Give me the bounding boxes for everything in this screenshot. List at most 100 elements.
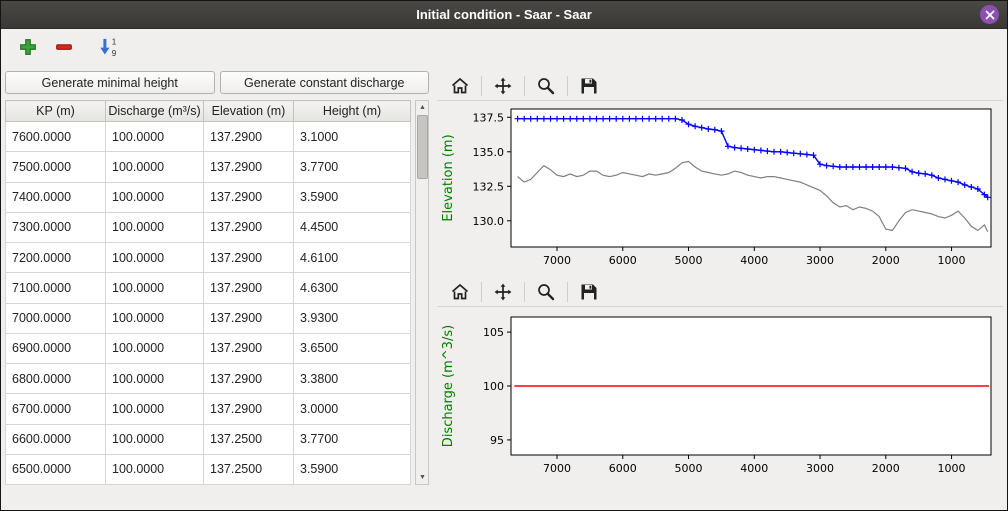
table-cell[interactable]: 137.2900 bbox=[204, 333, 294, 363]
table-cell[interactable]: 137.2500 bbox=[204, 424, 294, 454]
table-scrollbar[interactable]: ▲ ▼ bbox=[415, 100, 429, 485]
svg-text:5000: 5000 bbox=[675, 462, 703, 475]
table-cell[interactable]: 7500.0000 bbox=[6, 152, 106, 182]
table-cell[interactable]: 100.0000 bbox=[106, 182, 204, 212]
table-cell[interactable]: 7400.0000 bbox=[6, 182, 106, 212]
table-cell[interactable]: 7100.0000 bbox=[6, 273, 106, 303]
table-cell[interactable]: 137.2900 bbox=[204, 364, 294, 394]
table-row: 6900.0000100.0000137.29003.6500 bbox=[6, 333, 411, 363]
zoom-button[interactable] bbox=[531, 279, 561, 305]
scrollbar-thumb[interactable] bbox=[417, 115, 428, 179]
elevation-chart[interactable]: 7000600050004000300020001000130.0132.513… bbox=[437, 101, 1003, 273]
table-cell[interactable]: 137.2900 bbox=[204, 152, 294, 182]
generate-buttons-row: Generate minimal height Generate constan… bbox=[5, 71, 429, 94]
table-cell[interactable]: 137.2900 bbox=[204, 122, 294, 152]
table-cell[interactable]: 6500.0000 bbox=[6, 454, 106, 484]
table-cell[interactable]: 100.0000 bbox=[106, 303, 204, 333]
svg-text:6000: 6000 bbox=[609, 254, 637, 267]
table-cell[interactable]: 100.0000 bbox=[106, 424, 204, 454]
table-cell[interactable]: 3.7700 bbox=[294, 424, 411, 454]
table-cell[interactable]: 6900.0000 bbox=[6, 333, 106, 363]
table-cell[interactable]: 3.3800 bbox=[294, 364, 411, 394]
table-cell[interactable]: 137.2900 bbox=[204, 243, 294, 273]
table-cell[interactable]: 3.5900 bbox=[294, 454, 411, 484]
table-cell[interactable]: 4.6300 bbox=[294, 273, 411, 303]
table-cell[interactable]: 3.6500 bbox=[294, 333, 411, 363]
table-cell[interactable]: 100.0000 bbox=[106, 212, 204, 242]
table-cell[interactable]: 100.0000 bbox=[106, 394, 204, 424]
table-cell[interactable]: 7000.0000 bbox=[6, 303, 106, 333]
table-cell[interactable]: 137.2900 bbox=[204, 273, 294, 303]
generate-constant-discharge-button[interactable]: Generate constant discharge bbox=[220, 71, 430, 94]
table-row: 7200.0000100.0000137.29004.6100 bbox=[6, 243, 411, 273]
table-cell[interactable]: 100.0000 bbox=[106, 122, 204, 152]
table-cell[interactable]: 100.0000 bbox=[106, 243, 204, 273]
table-cell[interactable]: 100.0000 bbox=[106, 364, 204, 394]
zoom-icon bbox=[536, 282, 556, 302]
pan-button[interactable] bbox=[488, 279, 518, 305]
table-cell[interactable]: 7300.0000 bbox=[6, 212, 106, 242]
table-cell[interactable]: 100.0000 bbox=[106, 152, 204, 182]
table-row: 7400.0000100.0000137.29003.5900 bbox=[6, 182, 411, 212]
table-cell[interactable]: 3.5900 bbox=[294, 182, 411, 212]
svg-text:6000: 6000 bbox=[609, 462, 637, 475]
table-cell[interactable]: 100.0000 bbox=[106, 273, 204, 303]
pan-icon bbox=[493, 282, 513, 302]
table-cell[interactable]: 100.0000 bbox=[106, 454, 204, 484]
home-button[interactable] bbox=[445, 279, 475, 305]
table-cell[interactable]: 137.2500 bbox=[204, 454, 294, 484]
pan-button[interactable] bbox=[488, 73, 518, 99]
discharge-chart[interactable]: 700060005000400030002000100095100105Disc… bbox=[437, 307, 1003, 483]
table-cell[interactable]: 4.4500 bbox=[294, 212, 411, 242]
save-button[interactable] bbox=[574, 279, 604, 305]
svg-text:4000: 4000 bbox=[740, 254, 768, 267]
elevation-chart-toolbar bbox=[437, 71, 1003, 101]
table-cell[interactable]: 137.2900 bbox=[204, 182, 294, 212]
table-cell[interactable]: 7200.0000 bbox=[6, 243, 106, 273]
sort-button[interactable]: 1 9 bbox=[95, 34, 121, 60]
table-cell[interactable]: 6600.0000 bbox=[6, 424, 106, 454]
svg-text:132.5: 132.5 bbox=[473, 180, 505, 193]
svg-text:100: 100 bbox=[483, 380, 504, 393]
svg-text:3000: 3000 bbox=[806, 254, 834, 267]
window-title: Initial condition - Saar - Saar bbox=[416, 7, 592, 22]
table-row: 7500.0000100.0000137.29003.7700 bbox=[6, 152, 411, 182]
column-header[interactable]: Height (m) bbox=[294, 101, 411, 122]
column-header[interactable]: Elevation (m) bbox=[204, 101, 294, 122]
scroll-up-button[interactable]: ▲ bbox=[416, 101, 429, 114]
table-cell[interactable]: 137.2900 bbox=[204, 303, 294, 333]
column-header[interactable]: Discharge (m³/s) bbox=[106, 101, 204, 122]
svg-text:137.5: 137.5 bbox=[473, 111, 505, 124]
table-cell[interactable]: 7600.0000 bbox=[6, 122, 106, 152]
generate-minimal-height-button[interactable]: Generate minimal height bbox=[5, 71, 215, 94]
table-cell[interactable]: 100.0000 bbox=[106, 333, 204, 363]
add-icon bbox=[19, 38, 37, 56]
svg-text:1000: 1000 bbox=[938, 462, 966, 475]
table-cell[interactable]: 4.6100 bbox=[294, 243, 411, 273]
column-header[interactable]: KP (m) bbox=[6, 101, 106, 122]
svg-text:5000: 5000 bbox=[675, 254, 703, 267]
save-button[interactable] bbox=[574, 73, 604, 99]
table-cell[interactable]: 3.9300 bbox=[294, 303, 411, 333]
table-row: 7000.0000100.0000137.29003.9300 bbox=[6, 303, 411, 333]
table-cell[interactable]: 137.2900 bbox=[204, 394, 294, 424]
table-cell[interactable]: 137.2900 bbox=[204, 212, 294, 242]
scroll-down-button[interactable]: ▼ bbox=[416, 471, 429, 484]
svg-text:7000: 7000 bbox=[543, 462, 571, 475]
table-cell[interactable]: 6800.0000 bbox=[6, 364, 106, 394]
table-cell[interactable]: 3.7700 bbox=[294, 152, 411, 182]
add-row-button[interactable] bbox=[15, 34, 41, 60]
svg-text:Elevation (m): Elevation (m) bbox=[441, 134, 456, 221]
table-row: 7300.0000100.0000137.29004.4500 bbox=[6, 212, 411, 242]
close-button[interactable] bbox=[980, 5, 999, 24]
svg-text:130.0: 130.0 bbox=[473, 215, 505, 228]
table-cell[interactable]: 6700.0000 bbox=[6, 394, 106, 424]
table-body: 7600.0000100.0000137.29003.10007500.0000… bbox=[6, 122, 411, 485]
table-cell[interactable]: 3.1000 bbox=[294, 122, 411, 152]
remove-row-button[interactable] bbox=[51, 34, 77, 60]
zoom-button[interactable] bbox=[531, 73, 561, 99]
home-button[interactable] bbox=[445, 73, 475, 99]
toolbar-divider bbox=[524, 76, 525, 96]
title-bar[interactable]: Initial condition - Saar - Saar bbox=[1, 1, 1007, 29]
table-cell[interactable]: 3.0000 bbox=[294, 394, 411, 424]
